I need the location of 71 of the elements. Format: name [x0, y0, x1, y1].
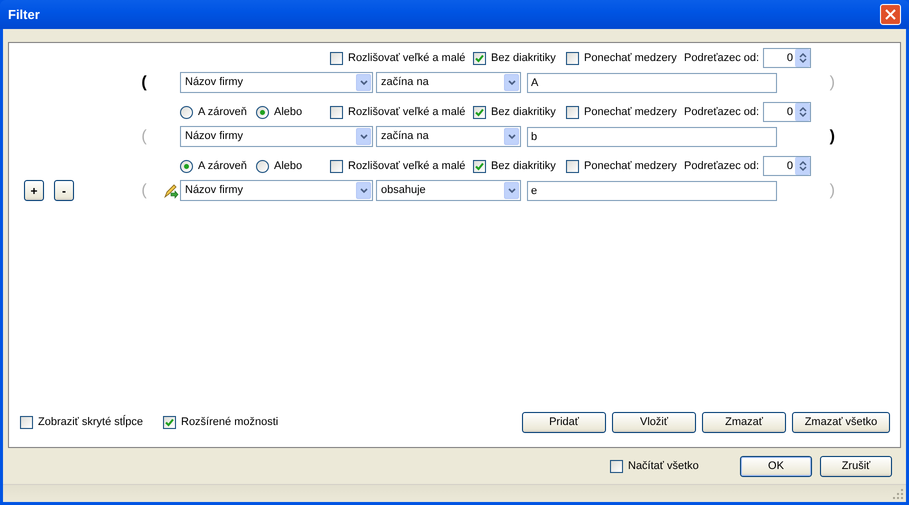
field-label: Podreťazec od:	[684, 104, 760, 120]
checkbox[interactable]	[610, 460, 623, 472]
checkbox[interactable]	[566, 160, 579, 172]
text-field[interactable]: e	[527, 180, 777, 200]
checkbox-label: Rozlišovať veľké a malé	[348, 158, 466, 174]
radio-button[interactable]	[256, 160, 269, 172]
checkbox-label: Rozšírené možnosti	[181, 414, 278, 430]
checkbox[interactable]	[566, 52, 579, 64]
dropdown[interactable]: Názov firmy	[180, 126, 373, 147]
number-spinner[interactable]: 0	[763, 156, 811, 176]
checkbox[interactable]	[330, 106, 343, 118]
number-spinner[interactable]: 0	[763, 48, 811, 68]
checkbox-label: Ponechať medzery	[584, 50, 677, 66]
dialog-button[interactable]: Zrušiť	[820, 456, 892, 476]
field-label: Podreťazec od:	[684, 158, 760, 174]
radio-button[interactable]	[180, 160, 193, 172]
checkbox-label: Rozlišovať veľké a malé	[348, 50, 466, 66]
spin-arrows-icon	[798, 160, 806, 172]
resize-grip-icon[interactable]	[893, 489, 904, 500]
chevron-down-icon	[360, 80, 368, 85]
window-title: Filter	[8, 6, 41, 24]
text-field[interactable]: A	[527, 72, 777, 92]
radio-button[interactable]	[180, 106, 193, 118]
chevron-down-icon	[508, 80, 516, 85]
parenthesis[interactable]: )	[830, 124, 835, 148]
checkbox-label: Ponechať medzery	[584, 104, 677, 120]
checkbox[interactable]	[330, 160, 343, 172]
remove-row-button[interactable]: -	[54, 180, 74, 201]
checkbox-label: Načítať všetko	[628, 458, 699, 474]
radio-label: Alebo	[274, 104, 302, 120]
panel-button[interactable]: Vložiť	[612, 412, 696, 432]
panel-button[interactable]: Zmazať	[702, 412, 786, 432]
checkbox-label: Bez diakritiky	[491, 50, 556, 66]
checkbox-label: Rozlišovať veľké a malé	[348, 104, 466, 120]
dropdown[interactable]: Názov firmy	[180, 180, 373, 201]
chevron-down-icon	[360, 188, 368, 193]
checkbox[interactable]	[473, 52, 486, 64]
add-row-button[interactable]: +	[24, 180, 44, 201]
checkbox[interactable]	[330, 52, 343, 64]
checkbox-label: Zobraziť skryté stĺpce	[38, 414, 143, 430]
radio-label: A zároveň	[198, 158, 247, 174]
close-button[interactable]	[880, 4, 901, 25]
radio-button[interactable]	[256, 106, 269, 118]
dropdown[interactable]: obsahuje	[376, 180, 521, 201]
checkbox[interactable]	[566, 106, 579, 118]
checkbox[interactable]	[473, 160, 486, 172]
field-label: Podreťazec od:	[684, 50, 760, 66]
chevron-down-icon	[508, 134, 516, 139]
checkbox[interactable]	[473, 106, 486, 118]
checkbox-label: Ponechať medzery	[584, 158, 677, 174]
dropdown[interactable]: Názov firmy	[180, 72, 373, 93]
dropdown[interactable]: začína na	[376, 126, 521, 147]
parenthesis[interactable]: (	[141, 70, 147, 94]
panel-button[interactable]: Pridať	[522, 412, 606, 432]
radio-label: Alebo	[274, 158, 302, 174]
dialog-button[interactable]: OK	[740, 456, 812, 476]
checkbox-label: Bez diakritiky	[491, 158, 556, 174]
dropdown[interactable]: začína na	[376, 72, 521, 93]
number-spinner[interactable]: 0	[763, 102, 811, 122]
pencil-arrow-icon	[163, 182, 179, 198]
checkbox[interactable]	[20, 416, 33, 428]
panel-button[interactable]: Zmazať všetko	[792, 412, 890, 432]
close-icon	[885, 9, 896, 20]
radio-label: A zároveň	[198, 104, 247, 120]
checkbox-label: Bez diakritiky	[491, 104, 556, 120]
checkbox[interactable]	[163, 416, 176, 428]
spin-arrows-icon	[798, 52, 806, 64]
chevron-down-icon	[360, 134, 368, 139]
text-field[interactable]: b	[527, 126, 777, 146]
spin-arrows-icon	[798, 106, 806, 118]
chevron-down-icon	[508, 188, 516, 193]
